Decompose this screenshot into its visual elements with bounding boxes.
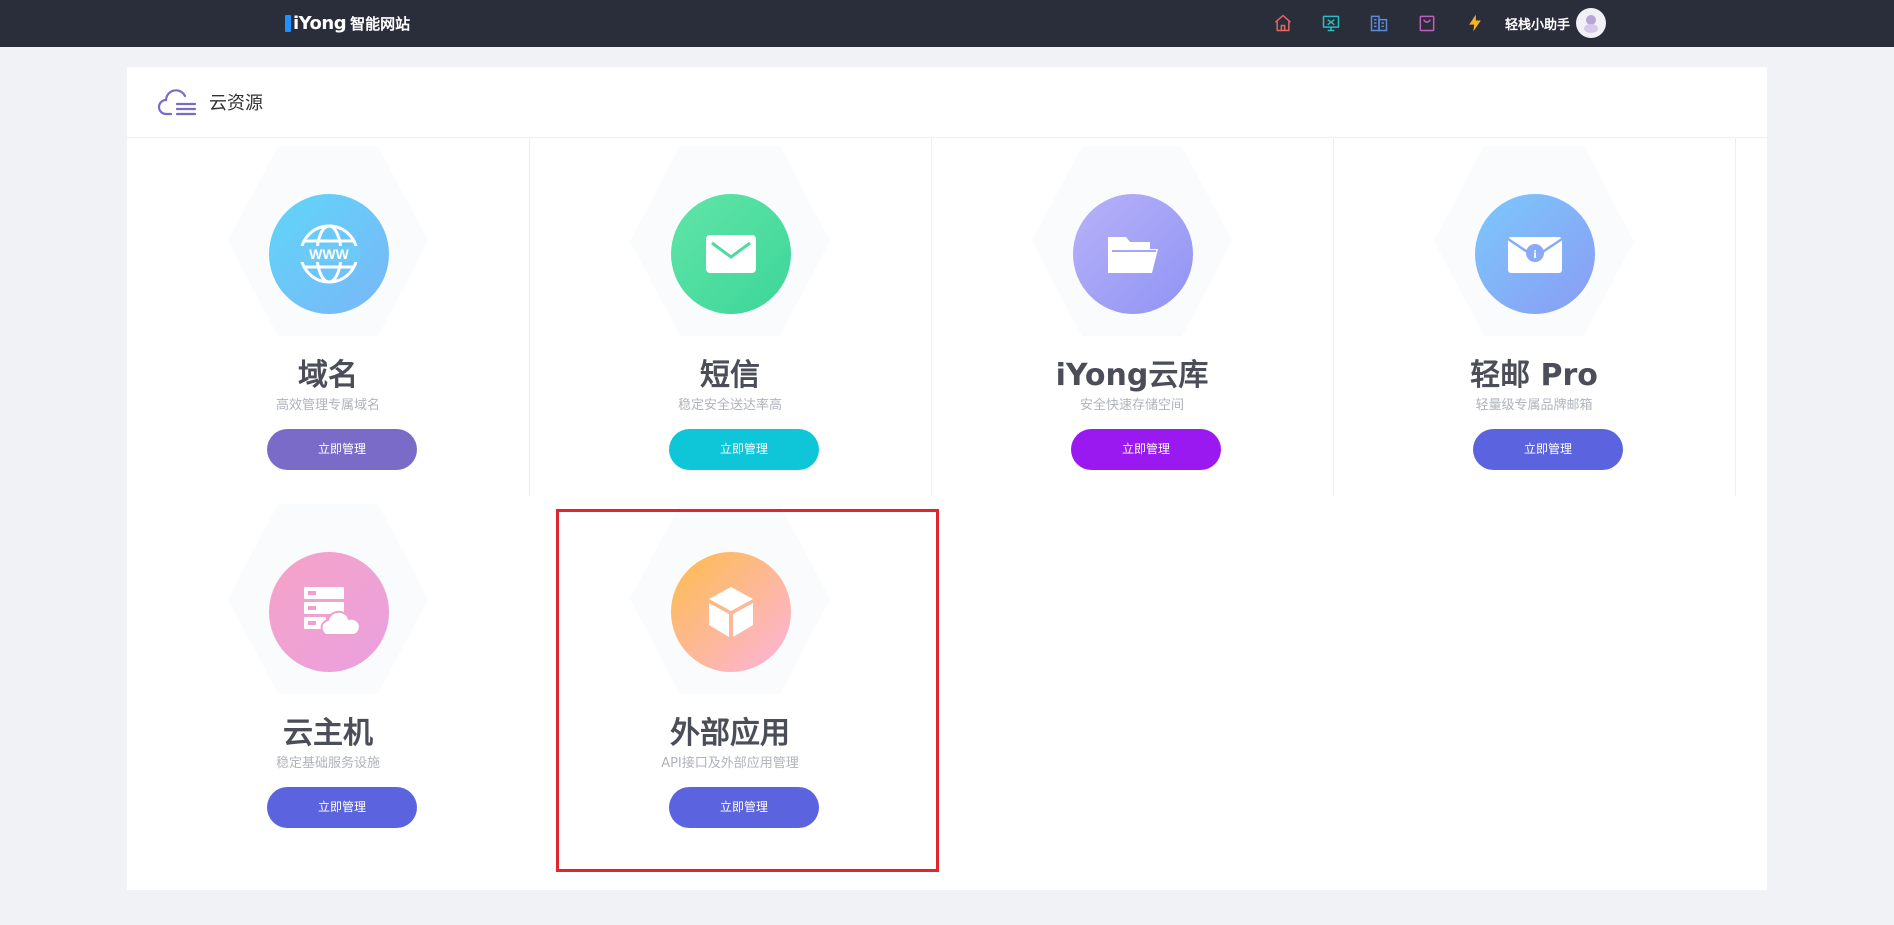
- manage-button[interactable]: 立即管理: [267, 787, 417, 828]
- mail-info-icon: i: [1475, 194, 1595, 314]
- card-title: 轻邮 Pro: [1470, 358, 1598, 393]
- logo-mark: [285, 14, 291, 32]
- building-icon[interactable]: [1366, 10, 1392, 36]
- cloud-server-icon: [269, 552, 389, 672]
- home-icon[interactable]: [1270, 10, 1296, 36]
- user-name: 轻栈小助手: [1505, 17, 1571, 33]
- card-mail-pro: i 轻邮 Pro 轻量级专属品牌邮箱 立即管理: [1333, 138, 1736, 496]
- card-title: 短信: [700, 358, 760, 393]
- card-title: 云主机: [283, 716, 373, 751]
- brand-name: iYong: [293, 12, 347, 34]
- card-subtitle: 高效管理专属域名: [275, 398, 380, 413]
- brand-logo[interactable]: iYong 智能网站: [285, 9, 410, 37]
- card-subtitle: 安全快速存储空间: [1079, 398, 1184, 413]
- manage-button[interactable]: 立即管理: [267, 429, 417, 470]
- card-title: 域名: [298, 358, 358, 393]
- card-title: iYong云库: [1055, 358, 1209, 393]
- panel-header: 云资源: [127, 67, 1767, 138]
- bag-icon[interactable]: [1414, 10, 1440, 36]
- www-globe-icon: WWW: [269, 194, 389, 314]
- envelope-icon: [671, 194, 791, 314]
- card-subtitle: 稳定安全送达率高: [677, 398, 782, 413]
- card-subtitle: 稳定基础服务设施: [275, 756, 380, 771]
- card-subtitle: 轻量级专属品牌邮箱: [1475, 398, 1593, 413]
- folder-icon: [1073, 194, 1193, 314]
- card-sms: 短信 稳定安全送达率高 立即管理: [529, 138, 932, 496]
- card-domain: WWW 域名 高效管理专属域名 立即管理: [127, 138, 530, 496]
- svg-text:WWW: WWW: [309, 246, 349, 262]
- manage-button[interactable]: 立即管理: [1473, 429, 1623, 470]
- monitor-icon[interactable]: [1318, 10, 1344, 36]
- card-cloud-host: 云主机 稳定基础服务设施 立即管理: [127, 496, 529, 854]
- lightning-icon[interactable]: [1462, 10, 1488, 36]
- nav-icon-group: [1270, 10, 1510, 36]
- manage-button[interactable]: 立即管理: [669, 429, 819, 470]
- top-navbar: iYong 智能网站 轻栈小助手: [0, 0, 1894, 47]
- avatar[interactable]: [1576, 8, 1607, 38]
- brand-subtitle: 智能网站: [350, 14, 411, 33]
- highlight-box: [556, 509, 939, 872]
- section-title: 云资源: [209, 93, 263, 114]
- cloud-resources-panel: 云资源 WWW 域名 高效管理专属域名 立即管理 短信 稳定安全送达率高 立即管…: [127, 67, 1767, 890]
- card-cloud-storage: iYong云库 安全快速存储空间 立即管理: [931, 138, 1334, 496]
- cloud-list-icon: [157, 89, 197, 116]
- user-menu[interactable]: 轻栈小助手: [1505, 8, 1607, 38]
- manage-button[interactable]: 立即管理: [1071, 429, 1221, 470]
